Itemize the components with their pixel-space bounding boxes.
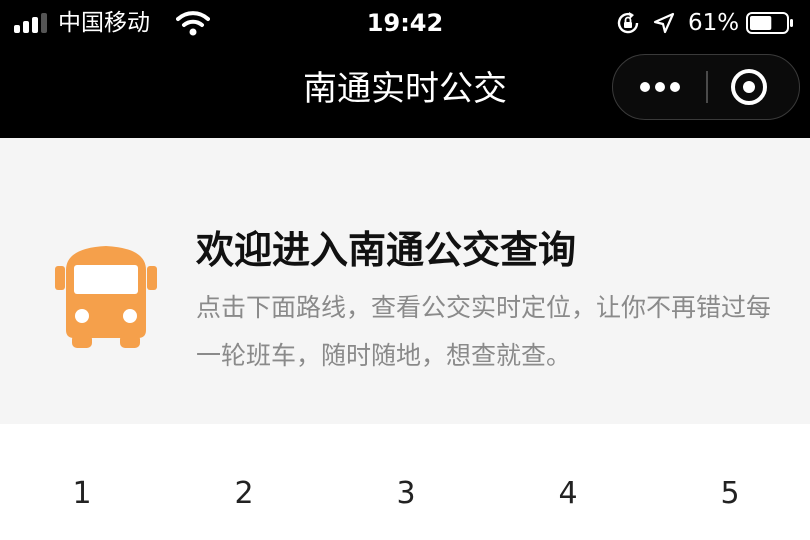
more-dots-icon[interactable] (613, 55, 707, 118)
battery-icon (746, 12, 793, 34)
welcome-description: 点击下面路线，查看公交实时定位，让你不再错过每一轮班车，随时随地，想查就查。 (196, 293, 772, 370)
miniprogram-capsule (612, 54, 800, 120)
route-item-1[interactable]: 1 (52, 474, 112, 514)
location-arrow-icon (653, 12, 675, 34)
close-target-icon[interactable] (707, 55, 801, 118)
route-list: 1 2 3 4 5 (0, 424, 810, 540)
status-bar: 中国移动 19:42 61% (0, 0, 810, 46)
route-item-3[interactable]: 3 (376, 474, 436, 514)
welcome-banner: 欢迎进入南通公交查询 点击下面路线，查看公交实时定位，让你不再错过每一轮班车，随… (0, 138, 810, 424)
route-item-4[interactable]: 4 (538, 474, 598, 514)
rotation-lock-icon (617, 12, 639, 34)
route-item-2[interactable]: 2 (214, 474, 274, 514)
bus-icon (55, 246, 157, 348)
nav-bar: 南通实时公交 (0, 46, 810, 138)
battery-percent: 61% (688, 10, 740, 36)
welcome-title: 欢迎进入南通公交查询 (196, 228, 577, 272)
route-item-5[interactable]: 5 (700, 474, 760, 514)
